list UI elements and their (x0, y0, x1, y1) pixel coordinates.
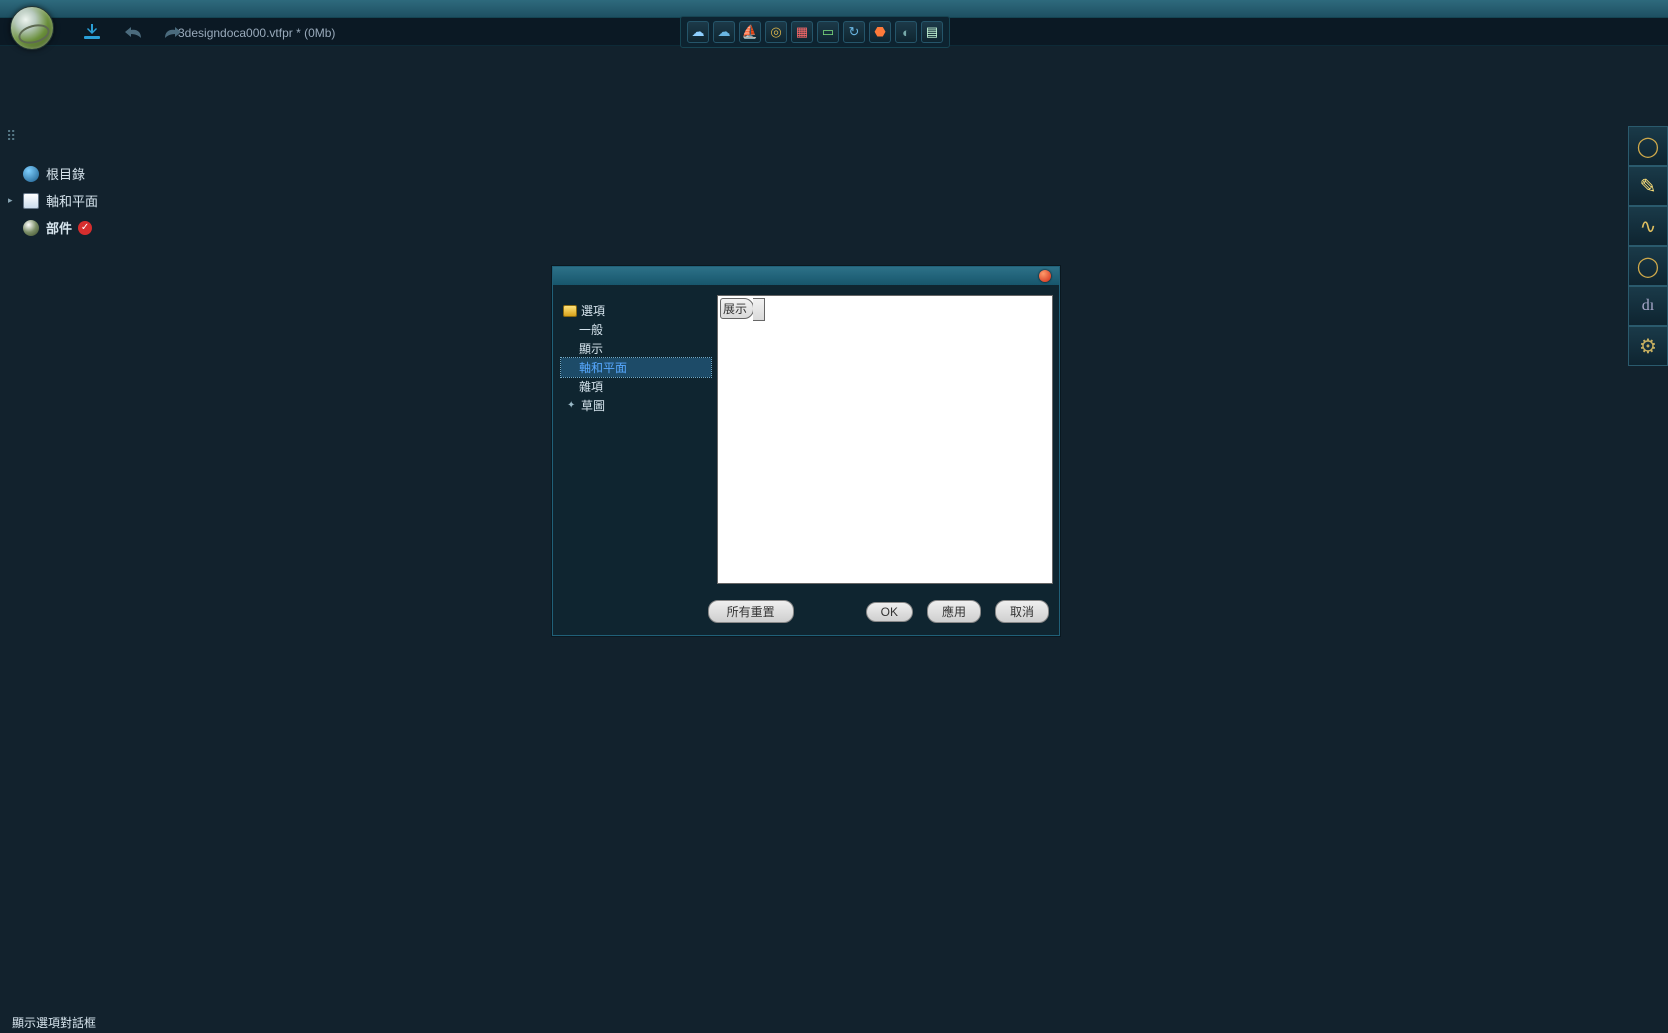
rail-di-icon[interactable]: dı (1628, 286, 1668, 326)
tree-parts-label: 部件 (46, 218, 72, 237)
view-tools: ☁ ☁ ⛵ ◎ ▦ ▭ ↻ ⬣ ◐ ▤ (680, 16, 950, 48)
quick-access-row (82, 22, 184, 42)
undo-icon[interactable] (122, 22, 144, 42)
options-dialog: 選項 一般 顯示 軸和平面 雜項 ✦ 草圖 展示 (552, 266, 1060, 636)
nav-sketch-label: 草圖 (581, 397, 605, 414)
dialog-content-area: 展示 (717, 295, 1053, 584)
folder-icon (563, 305, 577, 317)
scene-tree-panel: ⠿ 根目錄 ▸ 軸和平面 部件 ✓ (0, 130, 310, 241)
nav-options[interactable]: 選項 (561, 301, 711, 320)
tree-axis[interactable]: ▸ 軸和平面 (8, 187, 310, 214)
nav-axis-label: 軸和平面 (579, 359, 627, 376)
tree-axis-label: 軸和平面 (46, 191, 98, 210)
reset-all-label: 所有重置 (727, 605, 775, 619)
tool-qr-icon[interactable]: ▦ (791, 21, 813, 43)
tool-sync-icon[interactable]: ↻ (843, 21, 865, 43)
status-bar: 顯示選項對話框 (0, 1011, 1668, 1033)
dialog-footer: 所有重置 OK 應用 取消 (553, 590, 1059, 635)
dialog-titlebar[interactable] (553, 267, 1059, 285)
tool-cloud-a[interactable]: ☁ (687, 21, 709, 43)
tool-doc-icon[interactable]: ▭ (817, 21, 839, 43)
download-icon[interactable] (82, 22, 104, 42)
rail-ring-2-icon[interactable]: ◯ (1628, 246, 1668, 286)
tree-parts[interactable]: 部件 ✓ (8, 214, 310, 241)
nav-general[interactable]: 一般 (561, 320, 711, 339)
rail-ring-1-icon[interactable]: ◯ (1628, 126, 1668, 166)
nav-misc-label: 雜項 (579, 378, 603, 395)
status-text: 顯示選項對話框 (12, 1014, 96, 1031)
app-logo[interactable] (10, 6, 54, 50)
part-icon (22, 219, 40, 237)
ok-label: OK (881, 605, 898, 619)
dialog-body: 選項 一般 顯示 軸和平面 雜項 ✦ 草圖 展示 (553, 285, 1059, 590)
rail-curve-icon[interactable]: ✎ (1628, 166, 1668, 206)
nav-options-label: 選項 (581, 302, 605, 319)
panel-grip-icon[interactable]: ⠿ (6, 128, 17, 145)
content-tab[interactable]: 展示 (720, 298, 754, 319)
expand-icon[interactable]: ✦ (567, 400, 577, 411)
dialog-nav: 選項 一般 顯示 軸和平面 雜項 ✦ 草圖 (561, 295, 711, 584)
tree-root[interactable]: 根目錄 (8, 160, 310, 187)
tool-boat-icon[interactable]: ⛵ (739, 21, 761, 43)
cancel-label: 取消 (1010, 605, 1034, 619)
nav-misc[interactable]: 雜項 (561, 377, 711, 396)
page-icon (22, 192, 40, 210)
cancel-button[interactable]: 取消 (995, 600, 1049, 623)
tool-cloud-b[interactable]: ☁ (713, 21, 735, 43)
content-tab-label: 展示 (723, 300, 747, 317)
document-title: 3designdoca000.vtfpr * (0Mb) (178, 26, 335, 40)
nav-sketch[interactable]: ✦ 草圖 (561, 396, 711, 415)
chevron-right-icon[interactable]: ▸ (8, 195, 16, 206)
rail-gear-icon[interactable]: ⚙ (1628, 326, 1668, 366)
tree-root-label: 根目錄 (46, 164, 85, 183)
tool-grid-icon[interactable]: ▤ (921, 21, 943, 43)
nav-general-label: 一般 (579, 321, 603, 338)
close-icon[interactable] (1039, 270, 1051, 282)
check-badge-icon: ✓ (78, 221, 92, 235)
apply-button[interactable]: 應用 (927, 600, 981, 623)
nav-display-label: 顯示 (579, 340, 603, 357)
tool-moon-icon[interactable]: ◐ (895, 21, 917, 43)
ok-button[interactable]: OK (866, 602, 913, 622)
tool-target-icon[interactable]: ◎ (765, 21, 787, 43)
globe-icon (22, 165, 40, 183)
reset-all-button[interactable]: 所有重置 (708, 600, 794, 623)
scene-tree: 根目錄 ▸ 軸和平面 部件 ✓ (0, 160, 310, 241)
nav-axis[interactable]: 軸和平面 (561, 358, 711, 377)
right-tool-rail: ◯ ✎ ∿ ◯ dı ⚙ (1628, 126, 1668, 366)
rail-snake-icon[interactable]: ∿ (1628, 206, 1668, 246)
apply-label: 應用 (942, 605, 966, 619)
nav-display[interactable]: 顯示 (561, 339, 711, 358)
tool-drop-icon[interactable]: ⬣ (869, 21, 891, 43)
